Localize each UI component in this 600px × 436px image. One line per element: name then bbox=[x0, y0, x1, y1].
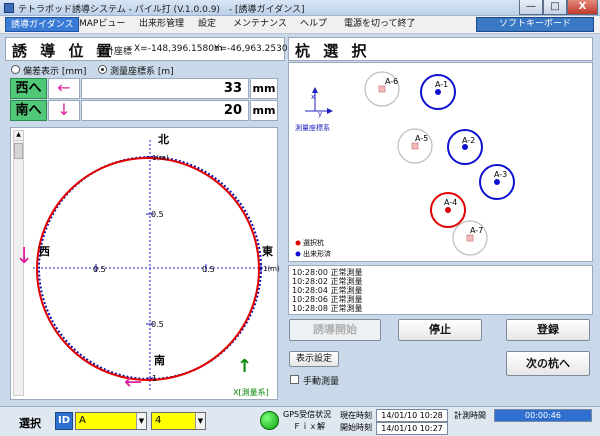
id-label: ID bbox=[55, 412, 73, 430]
number-select[interactable]: 4 ▼ bbox=[151, 412, 206, 430]
south-compass-label: 南 bbox=[154, 354, 165, 367]
west-unit: mm bbox=[250, 78, 278, 99]
south-value: 20 bbox=[81, 100, 249, 121]
pile-a7[interactable]: A-7 bbox=[470, 226, 483, 235]
start-time-label: 開始時刻 bbox=[340, 423, 372, 432]
display-mode-radios: 偏差表示 [mm] 測量座標系 [m] bbox=[5, 63, 285, 77]
east-label: 東 bbox=[262, 245, 273, 258]
gps-label: GPS受信状況 bbox=[283, 410, 332, 419]
radio-deviation-label: 偏差表示 [mm] bbox=[23, 67, 87, 77]
elapsed-label: 計測時間 bbox=[454, 411, 486, 420]
minimize-button[interactable]: — bbox=[519, 0, 543, 15]
pile-a4[interactable]: A-4 bbox=[444, 198, 457, 207]
tick-1m-top: 1(m) bbox=[152, 154, 169, 162]
menu-guidance[interactable]: 誘導ガイダンス bbox=[5, 17, 80, 32]
radio-deviation[interactable] bbox=[11, 65, 20, 74]
south-label: 南へ bbox=[10, 100, 47, 121]
log-line: 10:28:04 正常測量 bbox=[292, 286, 363, 295]
title-bar: テトラポッド誘導システム - パイル打 (V.1.0.0.9) - [誘導ガイダ… bbox=[0, 0, 600, 16]
tick-05-top: 0.5 bbox=[151, 210, 164, 219]
menu-as-built[interactable]: 出来形管理 bbox=[134, 17, 189, 32]
north-label: 北 bbox=[158, 133, 169, 146]
menu-power-off[interactable]: 電源を切って終了 bbox=[339, 17, 421, 32]
start-time-value: 14/01/10 10:27 bbox=[376, 422, 448, 435]
west-pointer-icon: ↓ bbox=[15, 244, 34, 269]
maximize-button[interactable]: □ bbox=[543, 0, 567, 15]
pile-header: 杭 選 択 bbox=[288, 37, 593, 61]
log-line: 10:28:00 正常測量 bbox=[292, 268, 363, 277]
legend-selected: 選択杭 bbox=[303, 239, 324, 247]
select-label: 選択 bbox=[19, 417, 41, 430]
legend-done: 出来形済 bbox=[303, 250, 331, 258]
deviation-plot: ▲ 北 南 東 西 1(m) 0.5 0.5 0.5 1(m) 0.5 1 ↓ … bbox=[10, 127, 280, 400]
coord-label: 設計座標 bbox=[96, 47, 133, 57]
coord-y: Y=-46,963.2530m bbox=[214, 44, 297, 54]
west-label: 西へ bbox=[10, 78, 47, 99]
tick-1-bottom: 1 bbox=[152, 374, 158, 383]
close-button[interactable]: X bbox=[567, 0, 598, 15]
stop-button[interactable]: 停止 bbox=[398, 319, 482, 341]
south-arrow-icon: ↓ bbox=[48, 100, 80, 121]
survey-axis-label: 測量座標系 bbox=[295, 124, 330, 132]
pile-a2[interactable]: A-2 bbox=[462, 136, 475, 145]
log-line: 10:28:02 正常測量 bbox=[292, 277, 363, 286]
start-guidance-button[interactable]: 誘導開始 bbox=[289, 319, 381, 341]
tick-05-bottom: 0.5 bbox=[151, 320, 164, 329]
window-title: テトラポッド誘導システム - パイル打 (V.1.0.0.9) - [誘導ガイダ… bbox=[18, 5, 305, 15]
app-icon bbox=[4, 3, 14, 13]
register-button[interactable]: 登録 bbox=[506, 319, 590, 341]
pile-a6[interactable]: A-6 bbox=[385, 77, 398, 86]
axis-x-label: x bbox=[311, 93, 316, 101]
pile-a1[interactable]: A-1 bbox=[435, 80, 448, 89]
id-select[interactable]: A ▼ bbox=[75, 412, 147, 430]
pile-a5[interactable]: A-5 bbox=[415, 134, 428, 143]
display-settings-button[interactable]: 表示設定 bbox=[289, 351, 339, 367]
chevron-down-icon[interactable]: ▼ bbox=[136, 413, 146, 429]
now-label: 現在時刻 bbox=[340, 411, 372, 420]
radio-survey-coords[interactable] bbox=[98, 65, 107, 74]
number-select-value: 4 bbox=[155, 415, 162, 426]
south-unit: mm bbox=[250, 100, 278, 121]
pile-map-svg bbox=[295, 71, 515, 257]
soft-keyboard-button[interactable]: ソフトキーボード bbox=[476, 17, 594, 32]
coord-x: X=-148,396.1580m bbox=[134, 44, 223, 54]
log-line: 10:28:08 正常測量 bbox=[292, 304, 363, 313]
menu-settings[interactable]: 設定 bbox=[193, 17, 221, 32]
id-select-value: A bbox=[79, 415, 86, 426]
chevron-down-icon[interactable]: ▼ bbox=[195, 413, 205, 429]
x-survey-label: X[測量系] bbox=[233, 388, 269, 397]
south-pointer-icon: ← bbox=[124, 370, 143, 395]
menu-bar: 誘導ガイダンス MAPビュー 出来形管理 設定 メンテナンス ヘルプ 電源を切っ… bbox=[0, 16, 600, 34]
now-value: 14/01/10 10:28 bbox=[376, 409, 448, 422]
pile-map: x y 測量座標系 A-6 A-1 A-5 A-2 A-3 A-4 A-7 選択… bbox=[288, 62, 593, 262]
log-line: 10:28:06 正常測量 bbox=[292, 295, 363, 304]
west-arrow-icon: ← bbox=[48, 78, 80, 99]
menu-maintenance[interactable]: メンテナンス bbox=[228, 17, 292, 32]
measurement-log: 10:28:00 正常測量 10:28:02 正常測量 10:28:04 正常測… bbox=[288, 265, 593, 315]
elapsed-value: 00:00:46 bbox=[494, 409, 592, 422]
manual-survey-label: 手動測量 bbox=[303, 377, 340, 387]
west-value: 33 bbox=[81, 78, 249, 99]
radio-survey-coords-label: 測量座標系 [m] bbox=[110, 67, 174, 77]
tick-05-right: 0.5 bbox=[202, 265, 215, 274]
manual-survey-checkbox[interactable] bbox=[290, 375, 299, 384]
next-pile-button[interactable]: 次の杭へ bbox=[506, 351, 590, 376]
guidance-header: 誘 導 位 置 設計座標 X=-148,396.1580m Y=-46,963.… bbox=[5, 37, 296, 61]
status-bar: 選択 ID A ▼ 4 ▼ GPS受信状況 Ｆｉｘ解 現在時刻 14/01/10… bbox=[0, 406, 600, 436]
menu-help[interactable]: ヘルプ bbox=[295, 17, 332, 32]
x-direction-arrow-icon: ↑ bbox=[237, 356, 253, 377]
axis-y-label: y bbox=[318, 110, 323, 118]
tick-05-left: 0.5 bbox=[93, 265, 106, 274]
west-compass-label: 西 bbox=[39, 245, 50, 258]
menu-map-view[interactable]: MAPビュー bbox=[74, 17, 130, 32]
fix-label: Ｆｉｘ解 bbox=[293, 422, 325, 431]
tick-1m-right: 1(m) bbox=[263, 265, 280, 273]
gps-status-icon bbox=[260, 411, 279, 430]
pile-title: 杭 選 択 bbox=[295, 42, 371, 60]
pile-a3[interactable]: A-3 bbox=[494, 170, 507, 179]
